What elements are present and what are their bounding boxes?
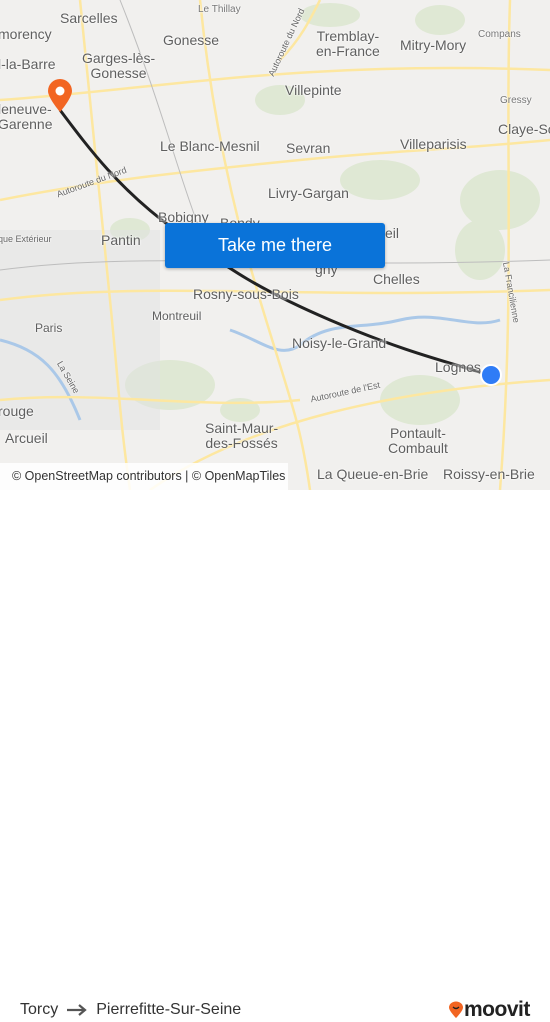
brand-name: moovit [464, 998, 530, 1021]
map-label: Mitry-Mory [400, 37, 467, 53]
map-label: Rosny-sous-Bois [193, 286, 299, 302]
map-label: leneuve- Garenne [0, 101, 53, 132]
map-label: Saint-Maur- des-Fossés [205, 420, 279, 451]
map-label: Compans [478, 29, 521, 40]
map-label: Arcueil [5, 430, 48, 446]
map-label: Sevran [286, 140, 331, 156]
moovit-pin-icon [449, 1001, 463, 1018]
map-label: Le Thillay [198, 4, 241, 15]
map-label: Gonesse [163, 32, 220, 48]
road-label: que Extérieur [0, 234, 52, 244]
map-label: Garges-lès- Gonesse [82, 50, 156, 81]
arrow-right-icon [67, 1004, 87, 1016]
map-label: La Queue-en-Brie [317, 466, 429, 482]
map-label: morency [0, 26, 52, 42]
footer: Torcy Pierrefitte-Sur-Seine moovit [0, 490, 550, 1021]
origin-marker-icon[interactable] [479, 363, 503, 387]
map-label: Villepinte [285, 82, 342, 98]
map-label: Livry-Gargan [268, 185, 349, 201]
map-label: Noisy-le-Grand [292, 335, 387, 351]
map-label: Sarcelles [60, 10, 118, 26]
map-label: Roissy-en-Brie [443, 466, 535, 482]
route-summary: Torcy Pierrefitte-Sur-Seine [20, 1001, 241, 1019]
map-label: Lognes [435, 359, 481, 375]
moovit-logo[interactable]: moovit [448, 998, 530, 1022]
map-label: Paris [35, 321, 63, 335]
map-label: Tremblay- en-France [316, 28, 380, 59]
destination-pin-icon[interactable] [46, 78, 76, 114]
map-label: Pontault- Combault [388, 425, 448, 456]
map-label: l-la-Barre [0, 56, 56, 72]
map-label: Claye-So [498, 121, 550, 137]
map-label: Le Blanc-Mesnil [160, 138, 260, 154]
take-me-there-button[interactable]: Take me there [165, 223, 385, 268]
destination-name: Pierrefitte-Sur-Seine [96, 1001, 242, 1018]
map-label: Gressy [500, 95, 532, 106]
map-label: eil [385, 225, 400, 241]
map-label: Chelles [373, 271, 420, 287]
map[interactable]: Sarcelles morency Garges-lès- Gonesse Go… [0, 0, 550, 490]
map-label: rouge [0, 403, 34, 419]
map-attribution[interactable]: © OpenStreetMap contributors | © OpenMap… [0, 463, 288, 490]
map-label: Montreuil [152, 309, 202, 323]
map-label: Pantin [101, 232, 141, 248]
origin-name: Torcy [20, 1001, 59, 1018]
map-label: Villeparisis [400, 136, 467, 152]
